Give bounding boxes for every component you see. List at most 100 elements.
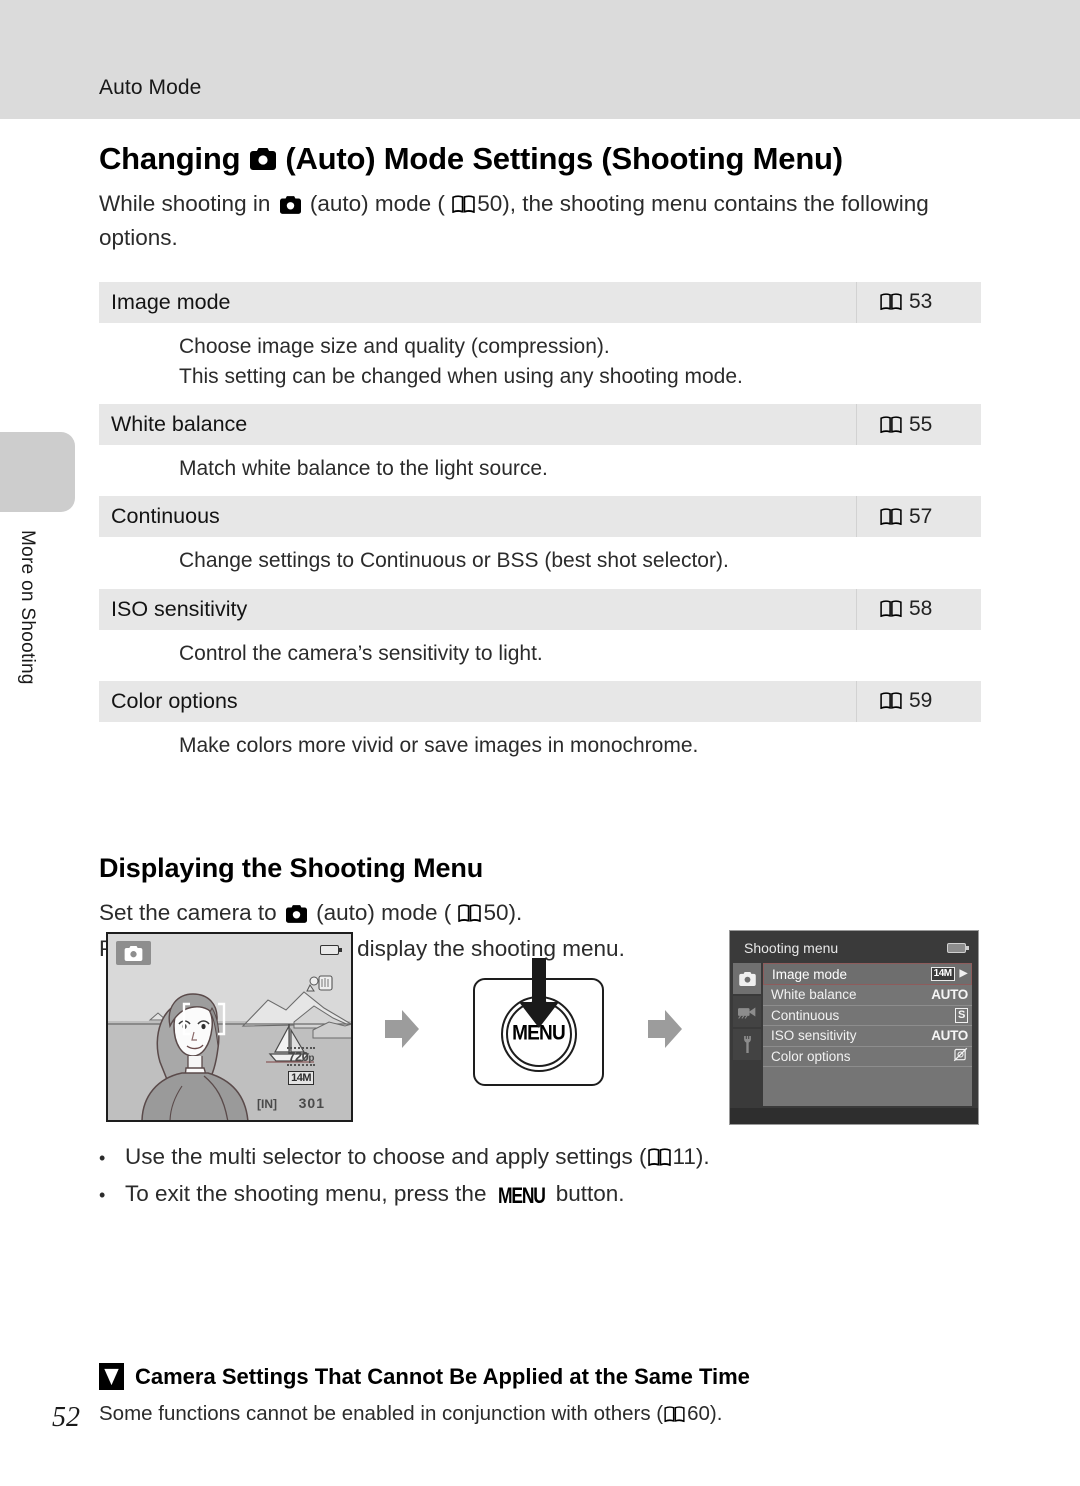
bullet-text-3: To exit the shooting menu, press the [125,1180,487,1206]
camera-auto-icon [250,147,277,170]
movie-quality-suffix: p [308,1053,314,1064]
table-row: White balance 55 Match white balance to … [99,404,981,496]
down-arrow-icon [518,958,559,1035]
menu-button-illustration[interactable]: MENU [473,958,604,1086]
option-page-number: 53 [909,290,933,314]
bullet-text-2: ). [695,1144,710,1169]
option-name: Continuous [111,504,220,529]
shooting-menu-item-list: Image mode 14M ▶ White balance AUTO Cont… [763,963,972,1106]
book-reference-icon [880,692,902,710]
caution-note-title: Camera Settings That Cannot Be Applied a… [135,1363,750,1389]
bullet-marker: • [99,1148,106,1168]
lcd-shots-remaining: 301 [298,1095,325,1111]
lcd-movie-quality-indicator: 720p [287,1047,315,1066]
caution-ref-page: 60 [687,1402,710,1425]
menu-item-label: White balance [771,987,857,1003]
intro-paragraph: While shooting in (auto) mode ( 50), the… [99,187,981,255]
camera-auto-icon [285,905,307,923]
content-column: Changing (Auto) Mode Settings (Shooting … [99,0,981,967]
shooting-menu-screen: Shooting menu Image mode 14M ▶ White bal… [729,930,979,1125]
book-reference-icon [880,415,902,434]
option-page-number: 59 [909,689,933,713]
menu-item-image-mode[interactable]: Image mode 14M ▶ [763,963,972,985]
bullet-text-1: Use the multi selector to choose and app… [125,1144,647,1169]
lcd-image-size-indicator: 14M [288,1071,314,1085]
option-description: Match white balance to the light source. [179,457,548,481]
menu-item-color-options[interactable]: Color options [763,1047,972,1067]
bullet-ref-page: 11 [672,1144,696,1169]
menu-item-white-balance[interactable]: White balance AUTO [763,985,972,1006]
displaying-text-2: (auto) mode ( [316,899,452,925]
page-title-suffix: (Auto) Mode Settings (Shooting Menu) [285,141,843,176]
caution-note: Camera Settings That Cannot Be Applied a… [99,1363,981,1429]
table-row: Image mode 53 Choose image size and qual… [99,281,981,404]
displaying-text-3: ). [508,899,523,925]
menu-item-continuous[interactable]: Continuous S [763,1006,972,1026]
bullet-text-4: button. [555,1180,625,1206]
bullet-list: • Use the multi selector to choose and a… [99,1140,981,1214]
chapter-tab-marker [0,432,75,512]
menu-item-value: S [954,1007,968,1023]
option-header-row: Continuous 57 [99,496,981,538]
lcd-mode-badge [116,941,151,965]
book-reference-icon [664,1406,685,1423]
option-page-number: 57 [909,504,933,528]
option-description: Choose image size and quality (compressi… [179,334,743,388]
subsection-title: Displaying the Shooting Menu [99,852,484,883]
book-reference-icon [452,195,475,214]
shooting-menu-options-table: Image mode 53 Choose image size and qual… [99,281,981,773]
menu-item-label: ISO sensitivity [771,1028,857,1044]
table-row: Continuous 57 Change settings to Continu… [99,496,981,588]
chevron-right-icon: ▶ [959,968,968,979]
lcd-battery-icon [320,945,342,955]
list-item: • Use the multi selector to choose and a… [99,1140,981,1175]
option-page-ref: 59 [856,680,981,722]
book-reference-icon [880,508,902,526]
page-number: 52 [52,1402,80,1433]
intro-text-2: (auto) mode ( [309,191,445,217]
book-reference-icon [880,600,902,618]
menu-item-value: AUTO [931,987,968,1003]
camera-auto-icon [279,196,301,215]
lcd-memory-source: [IN] [257,1097,277,1111]
image-size-value: 14M [930,967,955,981]
menu-item-iso-sensitivity[interactable]: ISO sensitivity AUTO [763,1026,972,1047]
option-name: ISO sensitivity [111,596,248,621]
option-name: Image mode [111,289,231,314]
crossed-color-icon [953,1047,968,1065]
caution-body-2: ). [709,1402,723,1425]
caution-note-header: Camera Settings That Cannot Be Applied a… [99,1363,981,1390]
option-description: Control the camera’s sensitivity to ligh… [179,641,543,665]
intro-text-1: While shooting in [99,191,271,217]
caution-body-1: Some functions cannot be enabled in conj… [99,1402,664,1425]
option-page-ref: 58 [856,588,981,630]
shooting-menu-battery-icon [947,943,969,953]
caution-v-icon [99,1363,124,1390]
bullet-text: To exit the shooting menu, press the MEN… [125,1177,625,1212]
table-row: Color options 59 Make colors more vivid … [99,680,981,773]
option-description: Change settings to Continuous or BSS (be… [179,549,729,573]
book-reference-icon [880,293,902,311]
page-title: Changing (Auto) Mode Settings (Shooting … [99,140,981,177]
shooting-menu-tab-strip [733,963,761,1062]
option-page-ref: 55 [856,404,981,446]
option-page-number: 58 [909,597,933,620]
option-name: White balance [111,412,248,437]
option-name: Color options [111,688,238,713]
displaying-ref-page: 50 [483,899,509,925]
single-shot-value: S [954,1007,968,1023]
menu-item-label: Continuous [771,1007,840,1023]
setup-wrench-tab-icon[interactable] [733,1029,761,1060]
shooting-menu-title: Shooting menu [744,940,839,956]
intro-ref-page: 50 [477,191,503,217]
camera-tab-icon[interactable] [733,963,761,994]
caution-note-body: Some functions cannot be enabled in conj… [99,1399,981,1429]
table-row: ISO sensitivity 58 Control the camera’s … [99,588,981,681]
movie-tab-icon[interactable] [733,996,761,1027]
menu-item-value [953,1047,968,1065]
book-reference-icon [647,1148,671,1167]
shooting-menu-bottom-bar [730,1108,978,1124]
list-item: • To exit the shooting menu, press the M… [99,1177,981,1212]
menu-button-glyph: MENU [497,1183,546,1209]
illustration-flow: 720p 14M [IN] 301 MENU Shooting menu Ima… [0,925,1080,1135]
